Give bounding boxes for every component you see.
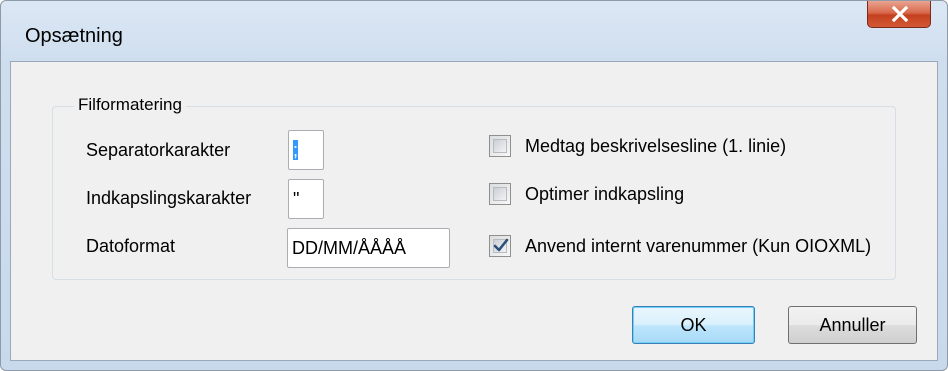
group-label: Filformatering	[74, 95, 186, 115]
date-format-label: Datoformat	[86, 236, 176, 256]
include-header-label[interactable]: Medtag beskrivelsesline (1. linie)	[525, 136, 786, 157]
checkmark-icon	[493, 238, 509, 252]
internal-item-number-label[interactable]: Anvend internt varenummer (Kun OIOXML)	[525, 236, 871, 257]
close-x-icon	[891, 6, 909, 22]
dialog-content: Filformatering Separatorkarakter Indkaps…	[10, 61, 938, 361]
encapsulation-input[interactable]: "	[288, 179, 324, 219]
checkbox-box	[493, 139, 507, 153]
title-bar[interactable]: Opsætning	[1, 1, 947, 61]
close-button[interactable]	[867, 1, 931, 28]
optimize-encapsulation-checkbox[interactable]	[489, 183, 511, 205]
ok-button[interactable]: OK	[632, 306, 755, 344]
internal-item-number-checkbox[interactable]	[489, 235, 511, 257]
separator-label: Separatorkarakter	[86, 140, 231, 160]
settings-dialog: Opsætning Filformatering Separatorkarakt…	[0, 0, 948, 371]
optimize-encapsulation-label[interactable]: Optimer indkapsling	[525, 184, 684, 205]
encapsulation-value: "	[293, 189, 300, 209]
cancel-button[interactable]: Annuller	[788, 306, 917, 344]
date-format-input[interactable]: DD/MM/ÅÅÅÅ	[287, 228, 450, 268]
window-title: Opsætning	[25, 25, 123, 47]
separator-input[interactable]: ;	[288, 130, 324, 170]
date-format-value: DD/MM/ÅÅÅÅ	[292, 238, 407, 258]
separator-value: ;	[293, 140, 299, 160]
checkbox-box	[493, 187, 507, 201]
encapsulation-label: Indkapslingskarakter	[86, 188, 252, 208]
include-header-checkbox[interactable]	[489, 135, 511, 157]
